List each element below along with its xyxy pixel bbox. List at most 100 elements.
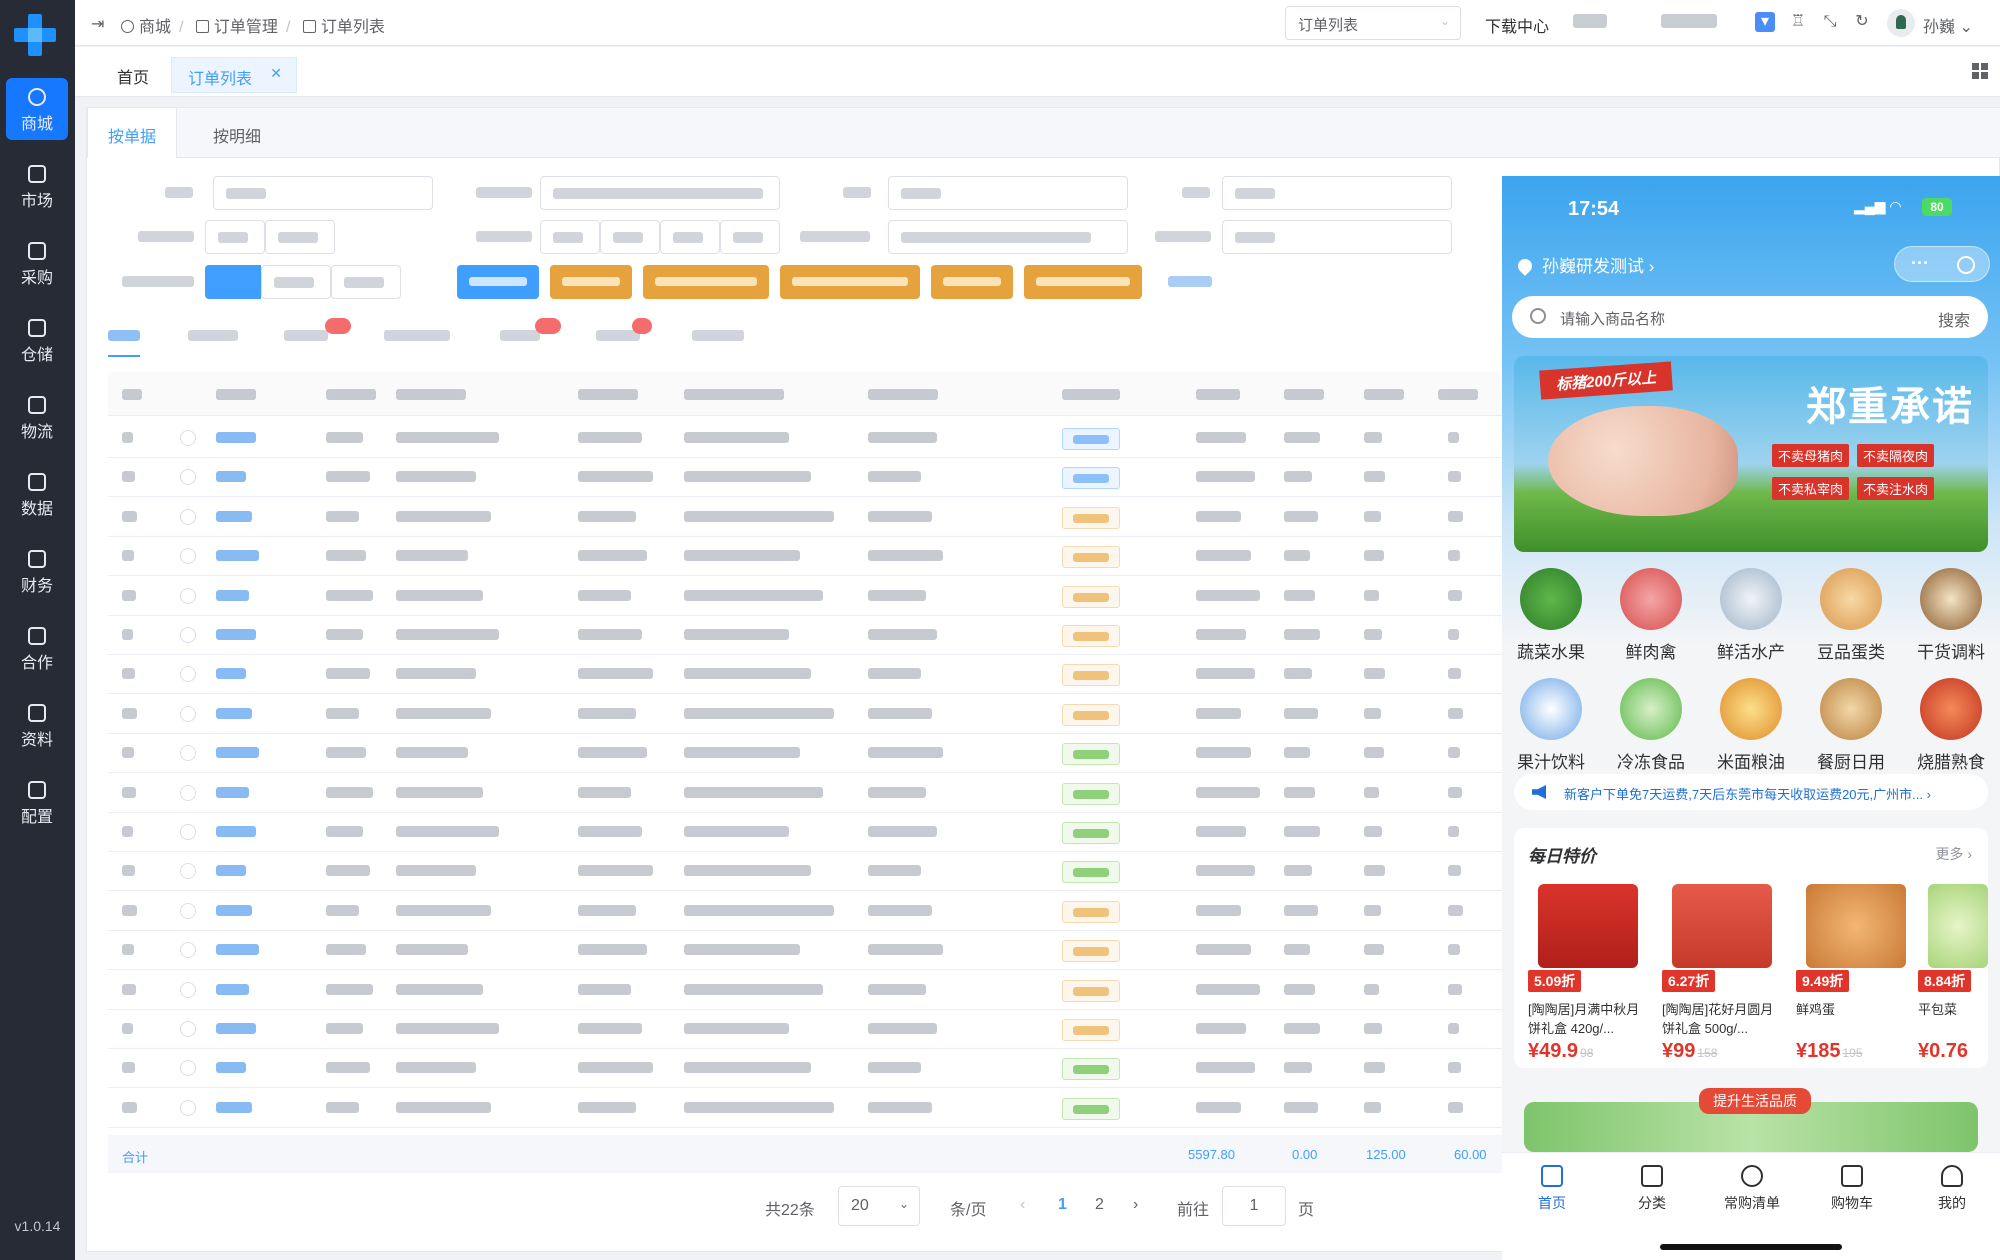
sidebar-item-warehouse[interactable]: 仓储 xyxy=(6,309,68,371)
filter-toggle[interactable] xyxy=(540,220,600,254)
username[interactable]: 孙巍 ⌄ xyxy=(1923,13,1973,37)
action-button[interactable] xyxy=(780,265,920,299)
blurred-toolbar-item[interactable] xyxy=(1661,14,1717,28)
table-row[interactable] xyxy=(108,930,1503,971)
category-seafood[interactable]: 鲜活水产 xyxy=(1706,568,1796,663)
table-row[interactable] xyxy=(108,1088,1503,1128)
filter-select[interactable] xyxy=(213,176,433,210)
row-radio[interactable] xyxy=(180,745,196,762)
table-row[interactable] xyxy=(108,457,1503,498)
filter-toggle[interactable] xyxy=(205,220,265,254)
sidebar-item-shop[interactable]: 商城 xyxy=(6,78,68,140)
store-location[interactable]: 孙巍研发测试 › xyxy=(1515,252,1654,277)
notice-bar[interactable]: 新客户下单免7天运费,7天后东莞市每天收取运费20元,广州市... › xyxy=(1514,774,1988,810)
row-radio[interactable] xyxy=(180,824,196,840)
sidebar-item-logistics[interactable]: 物流 xyxy=(6,386,68,448)
filter-segment[interactable] xyxy=(261,265,331,299)
search-button[interactable]: 搜索 xyxy=(1938,307,1970,331)
filter-input[interactable] xyxy=(888,176,1128,210)
order-number-link[interactable] xyxy=(216,1101,253,1113)
row-radio[interactable] xyxy=(180,942,196,959)
breadcrumb-item[interactable]: 订单管理 xyxy=(195,13,278,37)
tab-favorites[interactable]: 常购清单 xyxy=(1712,1165,1792,1213)
table-row[interactable] xyxy=(108,970,1503,1010)
action-button[interactable] xyxy=(931,265,1013,299)
order-number-link[interactable] xyxy=(216,471,246,483)
download-center-link[interactable]: 下载中心 xyxy=(1485,13,1549,37)
table-row[interactable] xyxy=(108,812,1503,852)
order-number-link[interactable] xyxy=(216,1023,256,1034)
order-number-link[interactable] xyxy=(216,432,256,443)
table-row[interactable] xyxy=(108,418,1503,458)
filter-segment-active[interactable] xyxy=(205,265,261,299)
row-radio[interactable] xyxy=(180,587,196,604)
category-tofu-eggs[interactable]: 豆品蛋类 xyxy=(1806,568,1896,663)
filter-toggle[interactable] xyxy=(600,220,660,254)
tab-order-list[interactable]: 订单列表 ✕ xyxy=(171,57,298,93)
status-tab[interactable] xyxy=(284,330,328,341)
deal-product[interactable]: 6.27折 [陶陶居]花好月圆月饼礼盒 500g/... ¥99 158 xyxy=(1662,884,1782,1063)
promo-strip[interactable]: 提升生活品质 xyxy=(1524,1088,1978,1152)
refresh-icon[interactable]: ↻ xyxy=(1852,12,1872,32)
table-row[interactable] xyxy=(108,1048,1503,1089)
status-tab[interactable] xyxy=(692,330,744,341)
filter-segment[interactable] xyxy=(331,265,401,299)
collapse-sidebar-icon[interactable]: ⇥ xyxy=(91,14,104,34)
filter-input[interactable] xyxy=(888,220,1128,254)
order-number-link[interactable] xyxy=(216,786,250,798)
deal-product[interactable]: 5.09折 [陶陶居]月满中秋月饼礼盒 420g/... ¥49.9 98 xyxy=(1528,884,1648,1063)
close-target-icon[interactable] xyxy=(1957,256,1975,274)
table-row[interactable] xyxy=(108,891,1503,931)
status-tab-active[interactable] xyxy=(108,330,140,341)
deals-more-link[interactable]: 更多 › xyxy=(1935,844,1972,864)
miniapp-capsule[interactable]: ··· xyxy=(1894,246,1990,282)
category-roast-meat[interactable]: 烧腊熟食 xyxy=(1906,678,1996,773)
page-size-select[interactable]: 20 ⌄ xyxy=(838,1186,920,1226)
tab-home[interactable]: 首页 xyxy=(117,64,149,88)
order-number-link[interactable] xyxy=(216,944,259,956)
row-radio[interactable] xyxy=(180,981,196,998)
product-search[interactable]: 请输入商品名称 搜索 xyxy=(1512,296,1988,338)
promo-banner[interactable]: 标猪200斤以上 郑重承诺 不卖母猪肉 不卖隔夜肉不卖私宰肉 不卖注水肉 xyxy=(1514,356,1988,552)
filter-toggle[interactable] xyxy=(720,220,780,254)
status-tab[interactable] xyxy=(500,330,540,341)
order-number-link[interactable] xyxy=(216,550,259,562)
row-radio[interactable] xyxy=(180,784,196,801)
order-number-link[interactable] xyxy=(216,510,253,522)
category-vegetables[interactable]: 蔬菜水果 xyxy=(1506,568,1596,663)
filter-input[interactable] xyxy=(1222,220,1452,254)
tab-by-detail[interactable]: 按明细 xyxy=(193,108,281,158)
row-radio[interactable] xyxy=(180,705,196,722)
table-row[interactable] xyxy=(108,497,1503,537)
action-button[interactable] xyxy=(1024,265,1142,299)
tab-cart[interactable]: 购物车 xyxy=(1812,1165,1892,1213)
table-row[interactable] xyxy=(108,773,1503,813)
category-kitchenware[interactable]: 餐厨日用 xyxy=(1806,678,1896,773)
table-row[interactable] xyxy=(108,615,1503,655)
breadcrumb-item[interactable]: 商城 xyxy=(121,13,171,37)
order-number-link[interactable] xyxy=(216,1062,246,1074)
tab-by-document[interactable]: 按单据 xyxy=(87,108,178,158)
filter-date-range[interactable] xyxy=(540,176,780,210)
goto-page-input[interactable]: 1 xyxy=(1222,1186,1286,1226)
next-page-icon[interactable]: › xyxy=(1133,1196,1138,1214)
status-tab[interactable] xyxy=(384,330,450,341)
table-row[interactable] xyxy=(108,1009,1503,1049)
sidebar-item-info[interactable]: 资料 xyxy=(6,694,68,756)
order-number-link[interactable] xyxy=(216,865,246,877)
sidebar-item-cooperation[interactable]: 合作 xyxy=(6,617,68,679)
row-radio[interactable] xyxy=(180,508,196,525)
theme-icon[interactable]: ▾ xyxy=(1755,12,1775,32)
search-button[interactable] xyxy=(457,265,539,299)
order-number-link[interactable] xyxy=(216,707,253,719)
table-row[interactable] xyxy=(108,536,1503,577)
sidebar-item-config[interactable]: 配置 xyxy=(6,771,68,833)
order-number-link[interactable] xyxy=(216,983,250,995)
filter-select[interactable] xyxy=(1222,176,1452,210)
fullscreen-icon[interactable]: ⤡ xyxy=(1820,12,1840,32)
order-number-link[interactable] xyxy=(216,668,246,680)
table-row[interactable] xyxy=(108,733,1503,774)
filter-toggle[interactable] xyxy=(660,220,720,254)
order-number-link[interactable] xyxy=(216,747,259,759)
page-number[interactable]: 2 xyxy=(1095,1196,1104,1214)
